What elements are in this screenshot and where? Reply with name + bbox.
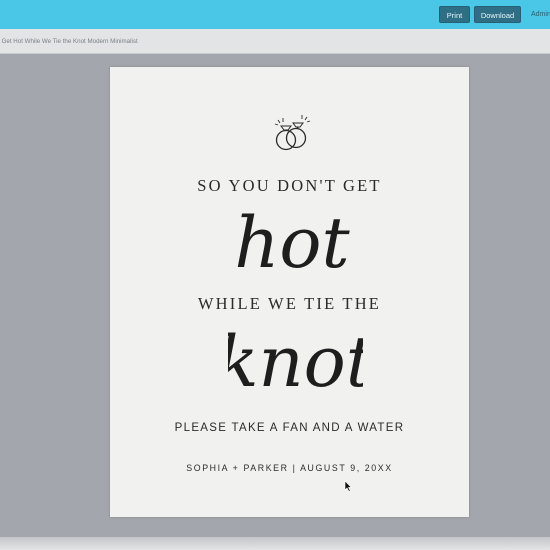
sign-page[interactable]: SO YOU DON'T GET hot WHILE WE TIE THE kn… xyxy=(110,67,469,517)
top-toolbar: Print Download Admin xyxy=(0,0,550,29)
script-word-hot: hot xyxy=(234,202,350,284)
download-button[interactable]: Download xyxy=(474,6,521,23)
headline-line-2: WHILE WE TIE THE xyxy=(197,294,382,313)
instruction-text: PLEASE TAKE A FAN AND A WATER xyxy=(174,422,405,434)
wedding-rings-icon xyxy=(274,115,311,151)
svg-text:knot: knot xyxy=(228,321,363,403)
document-title: 't Get Hot While We Tie the Knot Modern … xyxy=(0,38,138,45)
couple-date-line: SOPHIA + PARKER | AUGUST 9, 20XX xyxy=(186,463,393,473)
print-button[interactable]: Print xyxy=(439,6,470,23)
bottom-bar xyxy=(0,537,550,550)
svg-text:hot: hot xyxy=(234,202,350,284)
mouse-cursor-icon xyxy=(344,481,352,492)
admin-link[interactable]: Admin xyxy=(531,6,550,23)
document-title-bar: 't Get Hot While We Tie the Knot Modern … xyxy=(0,29,550,54)
script-word-knot: knot xyxy=(228,321,363,403)
headline-line-1: SO YOU DON'T GET xyxy=(197,176,382,195)
